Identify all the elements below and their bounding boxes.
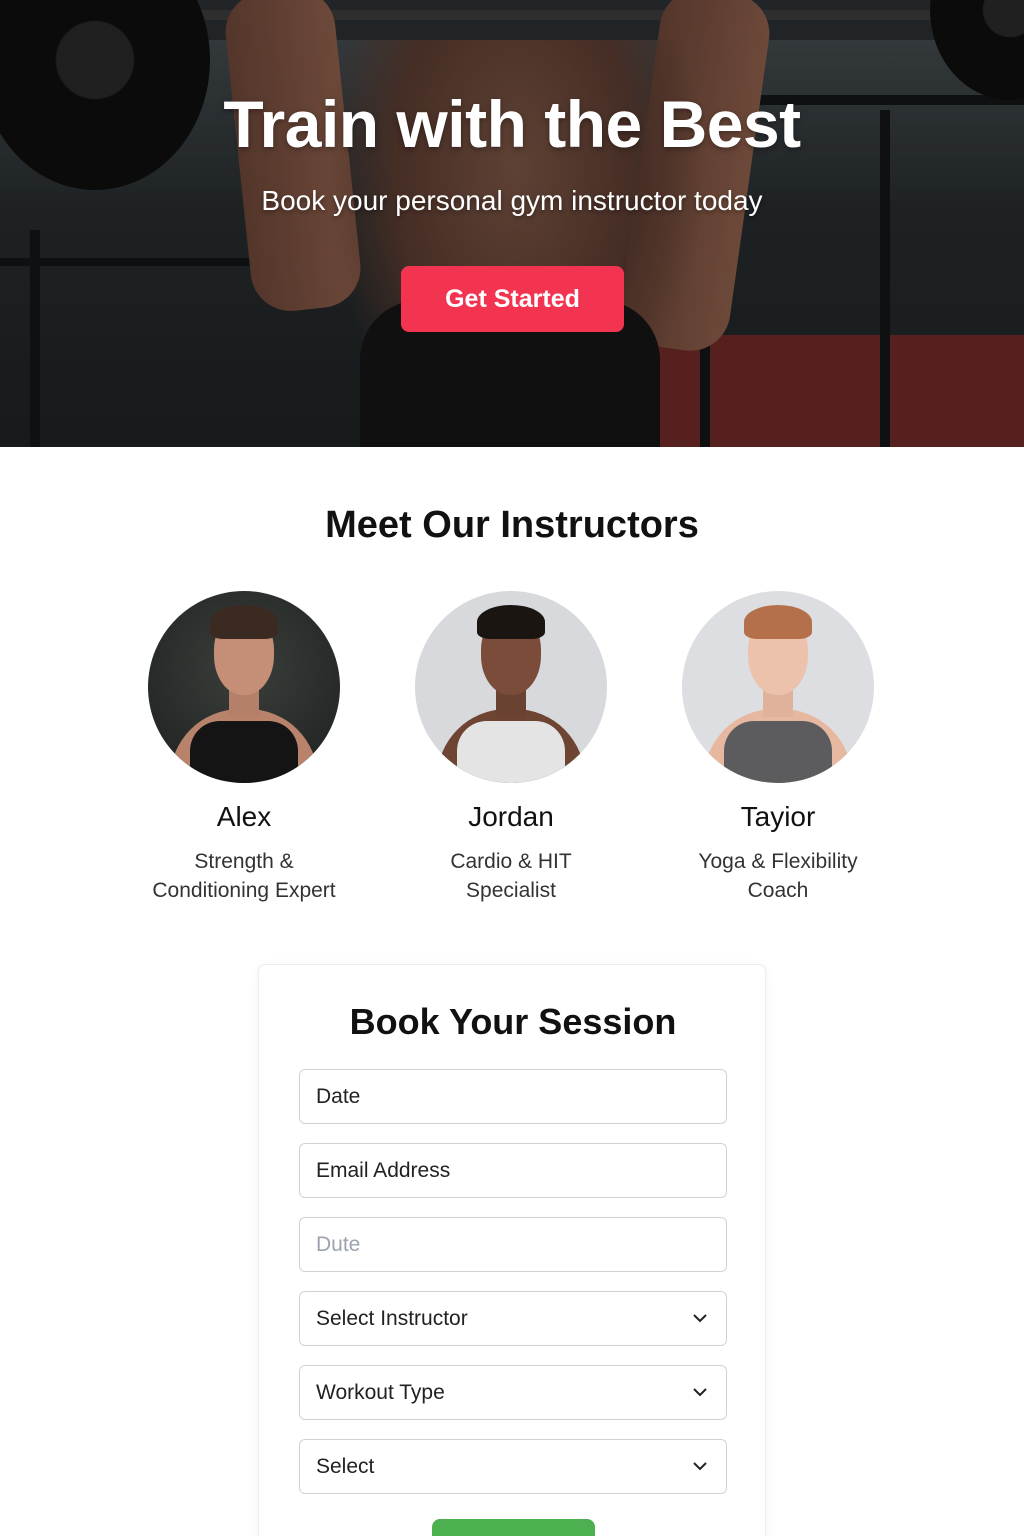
instructor-role: Cardio & HIT Specialist: [381, 847, 641, 905]
instructor-card-tayior[interactable]: Tayior Yoga & Flexibility Coach: [648, 591, 908, 905]
generic-select-value: Select: [316, 1454, 375, 1478]
instructor-card-jordan[interactable]: Jordan Cardio & HIT Specialist: [381, 591, 641, 905]
booking-title: Book Your Session: [349, 1001, 677, 1042]
chevron-down-icon: [690, 1383, 710, 1403]
date-field-value: Date: [316, 1084, 361, 1108]
instructor-role: Strength & Conditioning Expert: [114, 847, 374, 905]
instructor-card-alex[interactable]: Alex Strength & Conditioning Expert: [114, 591, 374, 905]
instructor-name: Alex: [216, 801, 272, 832]
email-field[interactable]: Email Address: [299, 1143, 727, 1198]
instructor-role-line: Cardio & HIT: [450, 850, 572, 873]
date-field[interactable]: Date: [299, 1069, 727, 1124]
instructor-role-line: Specialist: [466, 879, 556, 902]
generic-select[interactable]: Select: [299, 1439, 727, 1494]
booking-form: Book Your Session Date Email Address Dut…: [258, 964, 766, 1536]
instructor-select[interactable]: Select Instructor: [299, 1291, 727, 1346]
instructor-role-line: Strength &: [194, 850, 294, 873]
instructors-section-title: Meet Our Instructors: [325, 504, 699, 546]
dute-field[interactable]: Dute: [299, 1217, 727, 1272]
instructor-avatar: [682, 591, 874, 783]
chevron-down-icon: [690, 1457, 710, 1477]
instructor-avatar: [415, 591, 607, 783]
instructor-role-line: Yoga & Flexibility: [698, 850, 858, 873]
hero-title: Train with the Best: [223, 87, 801, 161]
workout-type-select-value: Workout Type: [316, 1380, 445, 1404]
instructor-name: Jordan: [468, 801, 554, 832]
workout-type-select[interactable]: Workout Type: [299, 1365, 727, 1420]
hero-overlay: [0, 0, 1024, 447]
hero-subtitle: Book your personal gym instructor today: [261, 185, 763, 216]
instructor-name: Tayior: [740, 801, 816, 832]
instructor-avatar: [148, 591, 340, 783]
chevron-down-icon: [690, 1309, 710, 1329]
email-field-value: Email Address: [316, 1158, 451, 1182]
dute-field-placeholder: Dute: [316, 1232, 361, 1256]
instructor-role-line: Coach: [747, 879, 809, 902]
instructor-role: Yoga & Flexibility Coach: [648, 847, 908, 905]
submit-booking-button[interactable]: [432, 1519, 595, 1536]
instructor-role-line: Conditioning Expert: [152, 879, 336, 902]
hero-banner: Train with the Best Book your personal g…: [0, 0, 1024, 447]
get-started-button[interactable]: Get Started: [401, 266, 624, 332]
instructor-select-value: Select Instructor: [316, 1306, 468, 1330]
